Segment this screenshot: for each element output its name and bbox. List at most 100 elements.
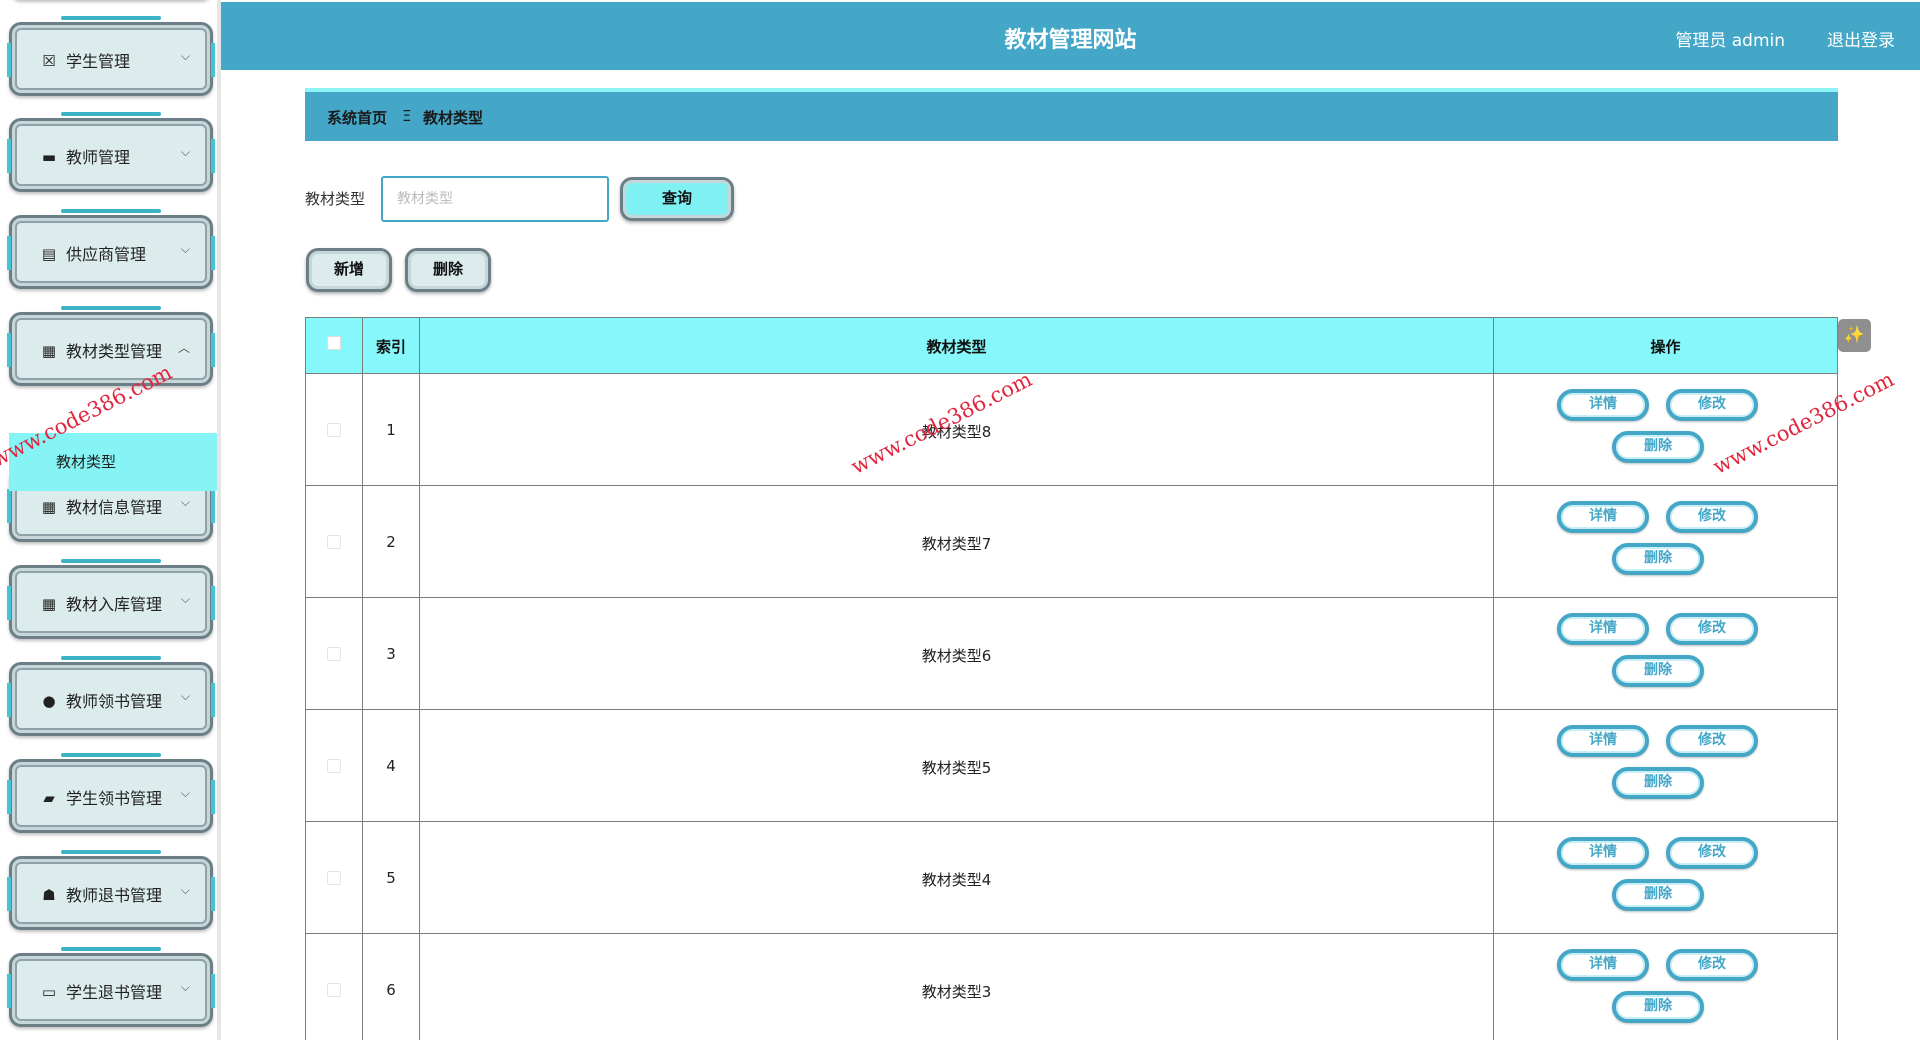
row-checkbox[interactable] bbox=[327, 871, 341, 885]
chevron-down-icon: ⌵ bbox=[180, 145, 190, 159]
clipboard-icon: ▤ bbox=[41, 245, 57, 263]
menu-frame: ☒ 学生管理 ⌵ bbox=[7, 22, 215, 96]
breadcrumb: 系统首页 Ξ 教材类型 bbox=[305, 88, 1838, 141]
row-checkbox[interactable] bbox=[327, 423, 341, 437]
header-check-cell bbox=[306, 318, 363, 373]
add-button[interactable]: 新增 bbox=[306, 248, 392, 292]
delete-button[interactable]: 删除 bbox=[1612, 431, 1704, 463]
breadcrumb-current: 教材类型 bbox=[423, 109, 484, 127]
menu-accent-bar bbox=[61, 209, 161, 213]
edit-button[interactable]: 修改 bbox=[1666, 613, 1758, 645]
search-label: 教材类型 bbox=[305, 190, 366, 208]
row-type-cell: 教材类型8 bbox=[420, 374, 1494, 485]
row-ops-cell: 详情 修改删除 bbox=[1494, 822, 1837, 933]
delete-button[interactable]: 删除 bbox=[1612, 543, 1704, 575]
table-row: 3 教材类型6 详情 修改 删除 bbox=[306, 598, 1837, 710]
magic-wand-icon[interactable]: ✨ bbox=[1838, 319, 1871, 352]
search-input[interactable] bbox=[381, 176, 609, 222]
delete-button[interactable]: 删除 bbox=[1612, 879, 1704, 911]
table-row: 6 教材类型3 详情 修改删除 bbox=[306, 934, 1837, 1040]
grid-icon: ▦ bbox=[41, 498, 57, 516]
table-row: 2 教材类型7 详情 修改 删除 bbox=[306, 486, 1837, 598]
chevron-down-icon: ⌵ bbox=[180, 980, 190, 994]
row-type: 教材类型5 bbox=[921, 759, 992, 777]
batch-delete-button[interactable]: 删除 bbox=[405, 248, 491, 292]
menu-accent-bar bbox=[61, 559, 161, 563]
table-header: 索引 教材类型 操作 bbox=[306, 318, 1837, 374]
lightbulb-icon: ● bbox=[42, 692, 56, 710]
sidebar-item[interactable]: ▦ 教材类型管理 ︿ bbox=[7, 306, 215, 386]
menu-frame: ▤ 供应商管理 ⌵ bbox=[7, 215, 215, 289]
edit-button[interactable]: 修改 bbox=[1666, 725, 1758, 757]
keyboard-icon: ▭ bbox=[41, 983, 57, 1001]
row-type: 教材类型4 bbox=[921, 871, 992, 889]
edit-button[interactable]: 修改 bbox=[1666, 501, 1758, 533]
breadcrumb-home[interactable]: 系统首页 bbox=[327, 107, 387, 128]
table-row: 5 教材类型4 详情 修改删除 bbox=[306, 822, 1837, 934]
menu-accent-bar bbox=[61, 947, 161, 951]
menu-frame: ☗ 教师退书管理 ⌵ bbox=[7, 856, 215, 930]
chevron-down-icon: ⌵ bbox=[180, 242, 190, 256]
app-root: ☗个人中心⌵☒学生管理⌵▬教师管理⌵▤供应商管理⌵▦教材类型管理︿▦教材信息管理… bbox=[0, 0, 1920, 1040]
sidebar-item[interactable]: ▤ 供应商管理 ⌵ bbox=[7, 209, 215, 289]
sidebar-item[interactable]: ▰ 学生领书管理 ⌵ bbox=[7, 753, 215, 833]
row-checkbox[interactable] bbox=[327, 759, 341, 773]
row-checkbox[interactable] bbox=[327, 983, 341, 997]
detail-button[interactable]: 详情 bbox=[1557, 725, 1649, 757]
menu-frame: ▦ 教材入库管理 ⌵ bbox=[7, 565, 215, 639]
row-check-cell bbox=[306, 934, 363, 1040]
row-check-cell bbox=[306, 374, 363, 485]
column-header-ops: 操作 bbox=[1650, 338, 1681, 356]
menu-frame: ▬ 教师管理 ⌵ bbox=[7, 118, 215, 192]
detail-button[interactable]: 详情 bbox=[1557, 837, 1649, 869]
menu-frame: ▭ 学生退书管理 ⌵ bbox=[7, 953, 215, 1027]
chevron-down-icon: ⌵ bbox=[180, 49, 190, 63]
detail-button[interactable]: 详情 bbox=[1557, 501, 1649, 533]
grid-icon: ▦ bbox=[41, 342, 57, 360]
row-index-cell: 6 bbox=[363, 934, 420, 1040]
logout-link[interactable]: 退出登录 bbox=[1827, 26, 1895, 51]
row-index: 1 bbox=[386, 421, 396, 439]
clipboard-x-icon: ☒ bbox=[42, 52, 56, 70]
row-ops-cell: 详情 修改删除 bbox=[1494, 710, 1837, 821]
menu-accent-bar bbox=[61, 306, 161, 310]
row-check-cell bbox=[306, 710, 363, 821]
edit-button[interactable]: 修改 bbox=[1666, 389, 1758, 421]
row-ops-cell: 详情 修改删除 bbox=[1494, 486, 1837, 597]
sidebar-item-label: 供应商管理 bbox=[66, 245, 147, 264]
delete-button[interactable]: 删除 bbox=[1612, 655, 1704, 687]
sidebar-item[interactable]: ▦ 教材入库管理 ⌵ bbox=[7, 559, 215, 639]
select-all-checkbox[interactable] bbox=[327, 336, 341, 350]
sidebar-subitem-label: 教材类型 bbox=[56, 453, 117, 471]
table-row: 1 教材类型8 详情 修改删除 bbox=[306, 374, 1837, 486]
row-type: 教材类型6 bbox=[921, 647, 992, 665]
sidebar-item[interactable]: ☗ 教师退书管理 ⌵ bbox=[7, 850, 215, 930]
row-index: 5 bbox=[386, 869, 396, 887]
sidebar-item[interactable]: ☒ 学生管理 ⌵ bbox=[7, 16, 215, 96]
delete-button[interactable]: 删除 bbox=[1612, 767, 1704, 799]
row-checkbox[interactable] bbox=[327, 647, 341, 661]
row-type-cell: 教材类型3 bbox=[420, 934, 1494, 1040]
sidebar-item[interactable]: ▭ 学生退书管理 ⌵ bbox=[7, 947, 215, 1027]
menu-accent-bar bbox=[61, 656, 161, 660]
detail-button[interactable]: 详情 bbox=[1557, 389, 1649, 421]
delete-button[interactable]: 删除 bbox=[1612, 991, 1704, 1023]
sidebar-item-label: 教材信息管理 bbox=[66, 498, 163, 517]
edit-button[interactable]: 修改 bbox=[1666, 837, 1758, 869]
edit-button[interactable]: 修改 bbox=[1666, 949, 1758, 981]
query-button[interactable]: 查询 bbox=[620, 177, 734, 221]
row-checkbox[interactable] bbox=[327, 535, 341, 549]
row-type: 教材类型3 bbox=[921, 983, 992, 1001]
row-type-cell: 教材类型7 bbox=[420, 486, 1494, 597]
row-type-cell: 教材类型4 bbox=[420, 822, 1494, 933]
detail-button[interactable]: 详情 bbox=[1557, 949, 1649, 981]
chevron-down-icon: ⌵ bbox=[180, 786, 190, 800]
row-ops-cell: 详情 修改删除 bbox=[1494, 934, 1837, 1040]
data-table: 索引 教材类型 操作 1 教材类型8 详情 修改 删除 2 教材类型7 详情 修改 删除 3 教材类型… bbox=[305, 317, 1838, 1040]
sidebar-item[interactable]: ▬ 教师管理 ⌵ bbox=[7, 112, 215, 192]
detail-button[interactable]: 详情 bbox=[1557, 613, 1649, 645]
row-index: 2 bbox=[386, 533, 396, 551]
row-type-cell: 教材类型6 bbox=[420, 598, 1494, 709]
column-header-type: 教材类型 bbox=[926, 338, 987, 356]
sidebar-item[interactable]: ● 教师领书管理 ⌵ bbox=[7, 656, 215, 736]
